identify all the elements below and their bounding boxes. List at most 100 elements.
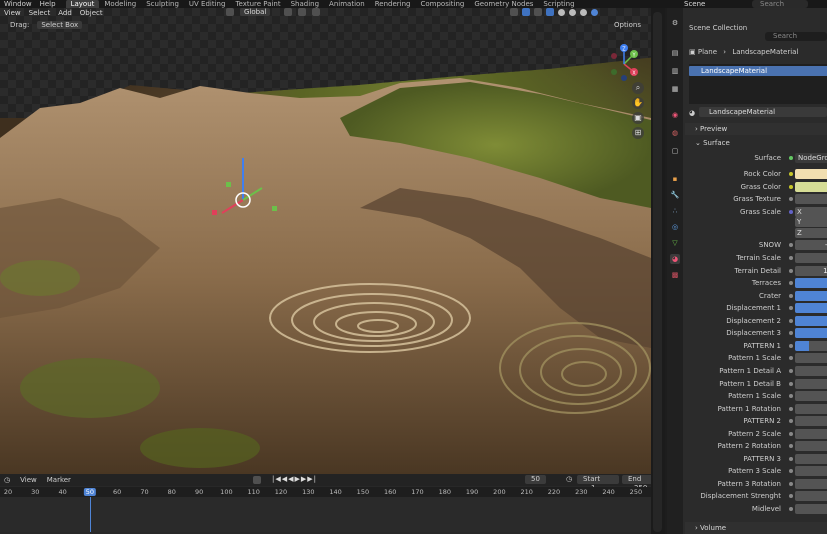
preview-panel-header[interactable]: › Preview (685, 123, 827, 135)
render-tab-icon[interactable]: ▤ (670, 48, 680, 58)
outliner-scene-collection[interactable]: Scene Collection (689, 24, 747, 32)
playback-controls-icon[interactable]: |◀◀◀▶▶▶| (272, 475, 317, 483)
input-socket-icon[interactable] (789, 419, 793, 424)
color-swatch[interactable] (795, 181, 827, 192)
camera-view-icon[interactable]: ▣ (632, 112, 644, 124)
output-tab-icon[interactable]: ▥ (670, 66, 680, 76)
viewport-menu-add[interactable]: Add (58, 9, 72, 17)
drag-mode-dropdown[interactable]: Select Box (37, 21, 83, 29)
value-slider[interactable]: 0 (795, 253, 827, 263)
gizmo-toggle-icon[interactable] (522, 8, 530, 16)
input-socket-icon[interactable] (789, 368, 793, 373)
orientation-dropdown[interactable]: Global (240, 8, 271, 16)
playhead[interactable] (90, 497, 91, 532)
tab-geometry-nodes[interactable]: Geometry Nodes (469, 0, 538, 8)
physics-tab-icon[interactable]: ◎ (670, 222, 680, 232)
tab-layout[interactable]: Layout (65, 0, 100, 8)
value-slider[interactable]: 0 (795, 365, 827, 376)
input-socket-icon[interactable] (789, 394, 793, 399)
timeline-tick[interactable]: 150 (357, 488, 369, 496)
input-socket-icon[interactable] (789, 281, 793, 286)
input-socket-icon[interactable] (789, 356, 793, 361)
object-data-tab-icon[interactable]: ▽ (670, 238, 680, 248)
wireframe-shading-icon[interactable] (558, 8, 565, 16)
xray-icon[interactable] (546, 8, 554, 16)
visibility-icon[interactable] (510, 8, 518, 16)
value-slider[interactable]: 0 (795, 504, 827, 514)
world-tab-icon[interactable]: ◍ (670, 128, 680, 138)
tab-compositing[interactable]: Compositing (415, 0, 469, 8)
autokey-icon[interactable] (253, 476, 261, 484)
timeline-tick[interactable]: 110 (247, 488, 259, 496)
particles-tab-icon[interactable]: ∴ (670, 206, 680, 216)
properties-search-input[interactable]: Search (765, 32, 827, 41)
input-socket-icon[interactable] (789, 172, 793, 176)
value-slider[interactable]: 15 (795, 265, 827, 276)
timeline-tick[interactable]: 50 (83, 488, 97, 496)
timeline-tick[interactable]: 80 (168, 488, 176, 496)
timeline-tick[interactable]: 120 (275, 488, 287, 496)
search-input[interactable]: Search (752, 0, 808, 8)
breadcrumb-material[interactable]: LandscapeMaterial (732, 48, 798, 56)
outliner-scrollbar[interactable] (653, 12, 662, 532)
timeline-tick[interactable]: 190 (466, 488, 478, 496)
options-button[interactable]: Options (614, 21, 641, 29)
grid-view-icon[interactable]: ⊞ (632, 127, 644, 139)
timeline-editor-icon[interactable]: ◷ (4, 476, 10, 484)
volume-panel-header[interactable]: › Volume (685, 522, 827, 534)
value-slider[interactable]: 0 (795, 453, 827, 464)
timeline-tick[interactable]: 130 (302, 488, 314, 496)
material-tab-icon[interactable]: ◕ (670, 254, 680, 264)
tab-modeling[interactable]: Modeling (99, 0, 141, 8)
tab-rendering[interactable]: Rendering (370, 0, 416, 8)
tab-scripting[interactable]: Scripting (538, 0, 579, 8)
value-slider[interactable]: 0 (795, 428, 827, 439)
vector-field-y[interactable]: Y (795, 217, 827, 228)
input-socket-icon[interactable] (789, 431, 793, 436)
input-socket-icon[interactable] (789, 318, 793, 323)
input-socket-icon[interactable] (789, 197, 793, 202)
input-socket-icon[interactable] (789, 494, 793, 499)
start-frame-field[interactable]: Start 1 (577, 475, 619, 492)
value-slider[interactable]: 0 (795, 391, 827, 402)
tab-sculpting[interactable]: Sculpting (141, 0, 184, 8)
value-slider[interactable]: 0 (795, 416, 827, 427)
value-slider[interactable]: 0 (795, 303, 827, 314)
navigation-gizmo[interactable]: X Y Z (604, 44, 644, 84)
tab-texture-paint[interactable]: Texture Paint (230, 0, 285, 8)
input-socket-icon[interactable] (789, 456, 793, 461)
timeline-tick[interactable]: 200 (493, 488, 505, 496)
value-slider[interactable]: 0 (795, 491, 827, 502)
value-slider[interactable]: 0 (795, 478, 827, 489)
timeline-ruler[interactable]: 20 30 40 50 60 70 80 90 100 110 120 130 140 150 160 170… (0, 487, 651, 497)
material-browse-icon[interactable]: ◕ (689, 109, 695, 117)
rendered-shading-icon[interactable] (591, 8, 598, 16)
input-socket-icon[interactable] (789, 406, 793, 411)
timeline-tick[interactable]: 20 (4, 488, 12, 496)
viewport-menu-view[interactable]: View (4, 9, 21, 17)
timeline-menu-marker[interactable]: Marker (47, 476, 71, 484)
input-socket-icon[interactable] (789, 306, 793, 311)
input-socket-icon[interactable] (789, 331, 793, 336)
value-slider[interactable]: 0 (795, 340, 827, 351)
value-slider[interactable]: 0 (795, 315, 827, 326)
color-swatch[interactable] (795, 169, 827, 179)
timeline-menu-view[interactable]: View (20, 476, 37, 484)
snap-icon[interactable] (298, 8, 307, 16)
material-name-field[interactable]: LandscapeMaterial (699, 107, 827, 117)
view-layer-tab-icon[interactable]: ▦ (670, 84, 680, 94)
breadcrumb-object[interactable]: Plane (698, 48, 717, 56)
input-socket-icon[interactable] (789, 243, 793, 248)
value-slider[interactable]: 0 (795, 328, 827, 339)
material-slot-item[interactable]: LandscapeMaterial (689, 66, 827, 76)
timeline-tick[interactable]: 170 (411, 488, 423, 496)
vector-field-z[interactable]: Z (795, 227, 827, 238)
modifier-tab-icon[interactable]: 🔧 (670, 190, 680, 200)
value-slider[interactable]: 0 (795, 290, 827, 301)
timeline-track[interactable] (0, 497, 651, 532)
timeline-tick[interactable]: 140 (329, 488, 341, 496)
current-frame-field[interactable]: 50 (525, 475, 546, 484)
timeline-tick[interactable]: 100 (220, 488, 232, 496)
clock-icon[interactable]: ◷ (566, 475, 572, 483)
zoom-icon[interactable]: ⌕ (632, 82, 644, 94)
